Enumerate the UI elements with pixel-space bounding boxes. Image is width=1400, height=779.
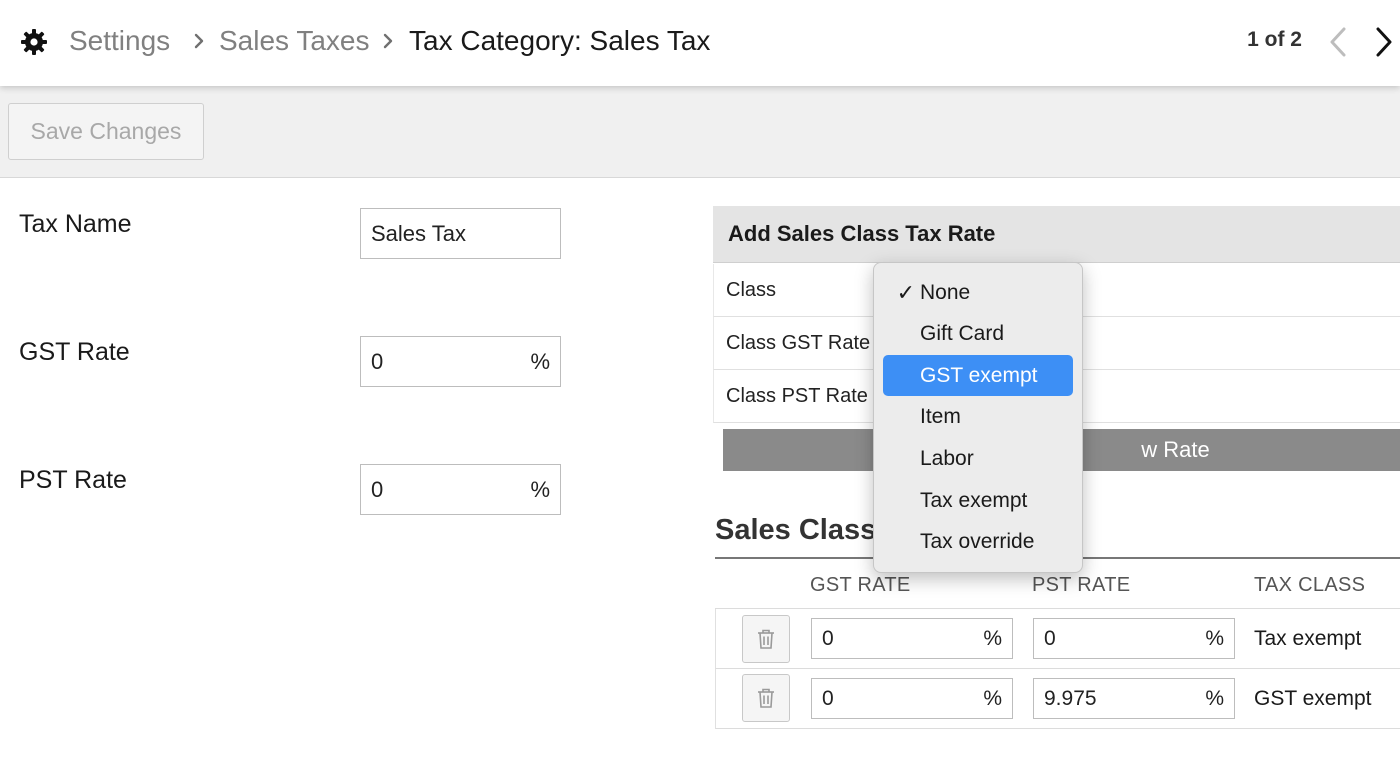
- gst-rate-input[interactable]: 0 %: [360, 336, 561, 387]
- dropdown-option-gst-exempt[interactable]: GST exempt: [883, 355, 1073, 396]
- percent-suffix: %: [530, 348, 550, 374]
- percent-suffix: %: [983, 686, 1002, 710]
- header-pst-rate: PST RATE: [1032, 574, 1131, 596]
- gear-icon[interactable]: [20, 28, 48, 56]
- delete-row-button[interactable]: [742, 674, 790, 722]
- dropdown-option-none[interactable]: ✓ None: [883, 272, 1073, 313]
- header-tax-class: TAX CLASS: [1254, 574, 1366, 596]
- breadcrumb-settings[interactable]: Settings: [69, 24, 170, 58]
- dropdown-option-gift-card[interactable]: Gift Card: [883, 313, 1073, 354]
- percent-suffix: %: [1205, 626, 1224, 650]
- add-new-rate-label: w Rate: [1141, 437, 1210, 462]
- percent-suffix: %: [983, 626, 1002, 650]
- table-row: 0 % 0 % Tax exempt: [715, 609, 1400, 669]
- option-label: GST exempt: [920, 363, 1038, 387]
- class-pst-rate-label: Class PST Rate: [726, 385, 868, 407]
- option-label: Labor: [920, 446, 974, 470]
- page-title: Tax Category: Sales Tax: [409, 25, 711, 56]
- percent-suffix: %: [1205, 686, 1224, 710]
- tax-name-label: Tax Name: [19, 210, 132, 238]
- checkmark-icon: ✓: [896, 279, 915, 305]
- tax-name-input[interactable]: Sales Tax: [360, 208, 561, 259]
- row-pst-rate-input[interactable]: 9.975 %: [1033, 678, 1235, 719]
- class-gst-rate-label: Class GST Rate: [726, 332, 871, 354]
- trash-icon: [758, 688, 774, 708]
- class-label: Class: [726, 279, 777, 301]
- option-label: None: [920, 280, 971, 304]
- table-row: 0 % 9.975 % GST exempt: [715, 669, 1400, 729]
- option-label: Tax override: [920, 529, 1035, 553]
- add-sales-class-panel-header: Add Sales Class Tax Rate: [713, 206, 1400, 263]
- gst-rate-label: GST Rate: [19, 338, 130, 366]
- row-pst-rate-input[interactable]: 0 %: [1033, 618, 1235, 659]
- tax-name-value: Sales Tax: [371, 220, 466, 246]
- row-gst-rate-input[interactable]: 0 %: [811, 678, 1013, 719]
- option-label: Gift Card: [920, 321, 1005, 345]
- chevron-right-icon: [383, 33, 393, 49]
- dropdown-option-tax-override[interactable]: Tax override: [883, 521, 1073, 562]
- row-gst-value: 0: [822, 686, 834, 710]
- chevron-right-icon: [194, 33, 204, 49]
- pst-rate-value: 0: [371, 476, 384, 502]
- dropdown-option-tax-exempt[interactable]: Tax exempt: [883, 480, 1073, 521]
- pst-rate-input[interactable]: 0 %: [360, 464, 561, 515]
- pst-rate-label: PST Rate: [19, 466, 127, 494]
- option-label: Tax exempt: [920, 488, 1028, 512]
- dropdown-option-item[interactable]: Item: [883, 396, 1073, 437]
- gst-rate-value: 0: [371, 348, 384, 374]
- breadcrumb-sales-taxes[interactable]: Sales Taxes: [219, 24, 369, 58]
- row-tax-class: Tax exempt: [1254, 627, 1362, 650]
- trash-icon: [758, 629, 774, 649]
- dropdown-option-labor[interactable]: Labor: [883, 438, 1073, 479]
- row-gst-rate-input[interactable]: 0 %: [811, 618, 1013, 659]
- row-pst-value: 9.975: [1044, 686, 1097, 710]
- chevron-left-icon[interactable]: [1326, 26, 1350, 58]
- row-pst-value: 0: [1044, 626, 1056, 650]
- percent-suffix: %: [530, 476, 550, 502]
- add-sales-class-title: Add Sales Class Tax Rate: [728, 221, 996, 246]
- header-gst-rate: GST RATE: [810, 574, 911, 596]
- toolbar: Save Changes: [0, 86, 1400, 178]
- pager-count: 1 of 2: [1247, 28, 1302, 51]
- top-header: Settings Sales Taxes Tax Category: Sales…: [0, 0, 1400, 86]
- row-tax-class: GST exempt: [1254, 687, 1372, 710]
- save-changes-button[interactable]: Save Changes: [8, 103, 204, 160]
- option-label: Item: [920, 404, 961, 428]
- chevron-right-icon[interactable]: [1372, 26, 1396, 58]
- class-dropdown-menu: ✓ None Gift Card GST exempt Item Labor T…: [873, 262, 1083, 573]
- delete-row-button[interactable]: [742, 615, 790, 663]
- row-gst-value: 0: [822, 626, 834, 650]
